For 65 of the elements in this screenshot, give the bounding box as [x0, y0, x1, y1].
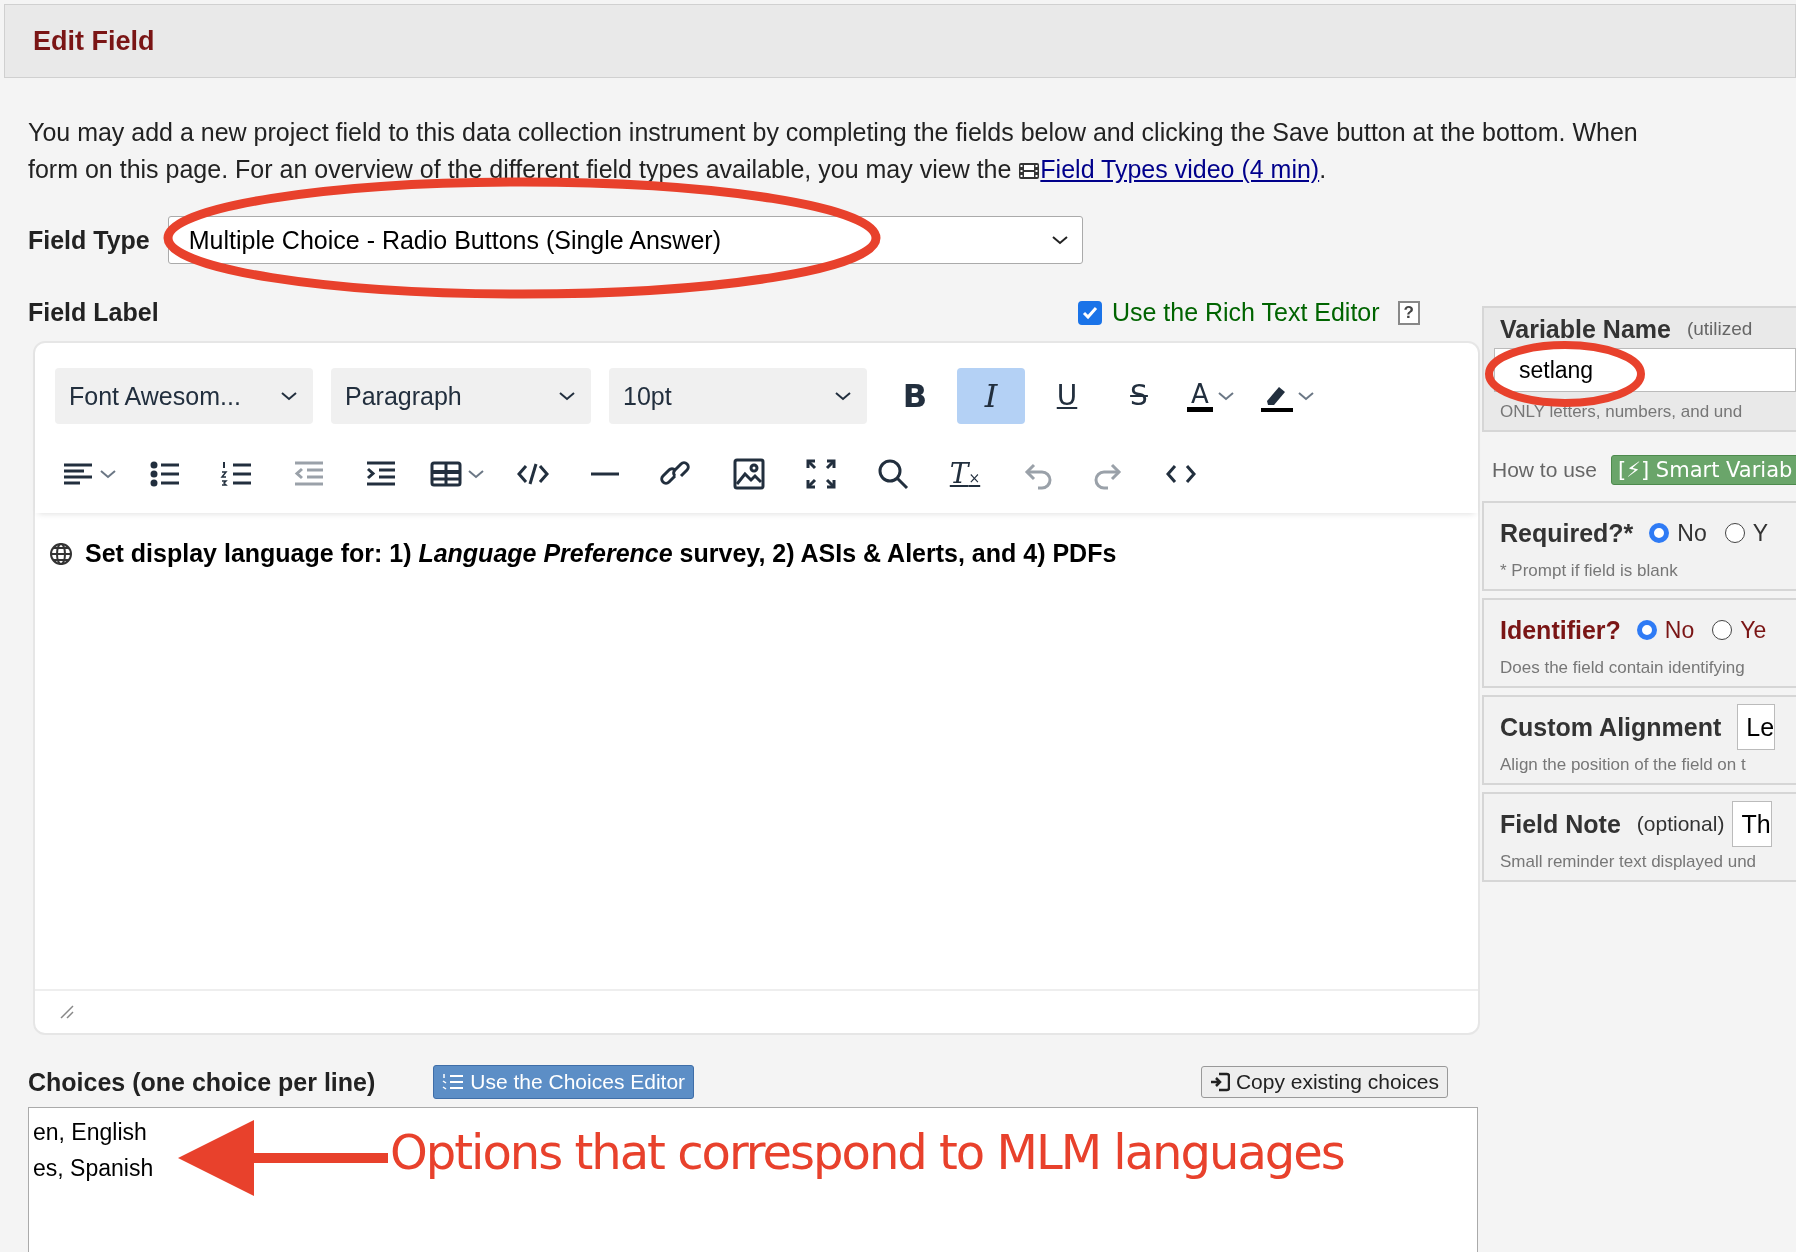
identifier-radio[interactable]: [1712, 620, 1733, 640]
fullscreen-icon: [804, 457, 838, 491]
intro-text: form on this page. For an overview of the different field types available, you may view the Field Types video (4 min).: [28, 154, 1328, 185]
required-note: * Prompt if field is blank: [1500, 561, 1679, 581]
field-note-field[interactable]: Th: [1732, 801, 1772, 847]
required-radio[interactable]: [1724, 523, 1745, 543]
textcolor-button[interactable]: A: [1181, 368, 1241, 424]
toolbar-dropdown[interactable]: Font Awesom...: [55, 368, 313, 424]
intro-text: You may add a new project field to this data collection instrument by completing the fields below and clicking the Save button at the bottom. When: [28, 117, 1638, 148]
rich-text-checkbox[interactable]: [1077, 300, 1102, 325]
page-title: Edit Field: [33, 25, 155, 57]
identifier-note: Does the field contain identifying: [1500, 658, 1746, 678]
help-button[interactable]: ?: [1397, 300, 1420, 325]
identifier-label: Identifier?: [1500, 615, 1621, 645]
variable-name-note: ONLY letters, numbers, and und: [1500, 402, 1744, 422]
choice-line: es, Spanish: [33, 1154, 154, 1183]
film-icon: [1018, 162, 1041, 180]
search-icon: [876, 457, 910, 491]
identifier-option-label: No: [1664, 616, 1695, 644]
required-option-label: No: [1677, 519, 1707, 547]
caret-icon: [1297, 390, 1315, 402]
image-icon: [732, 457, 766, 491]
required-label: Required?*: [1500, 518, 1634, 548]
field-note-note: Small reminder text displayed und: [1500, 852, 1758, 872]
field-label-text: Set display language for: 1) Language Preference survey, 2) ASIs & Alerts, and 4) PDFs: [85, 539, 1117, 568]
callout-text: Options that correspond to MLM languages: [390, 1124, 1344, 1180]
field-label-label: Field Label: [28, 298, 159, 327]
toolbar-dropdown[interactable]: Paragraph: [331, 368, 591, 424]
field-type-label: Field Type: [28, 225, 150, 255]
caret-icon: [99, 468, 117, 480]
choice-line: en, English: [33, 1118, 147, 1147]
caret-icon: [279, 390, 299, 402]
variable-name-hint: (utilized: [1686, 318, 1753, 340]
copy-choices-button[interactable]: Copy existing choices: [1200, 1066, 1448, 1098]
rich-text-label: Use the Rich Text Editor: [1111, 298, 1380, 327]
required-radio[interactable]: [1649, 523, 1670, 543]
field-type-select[interactable]: Multiple Choice - Radio Buttons (Single Answer): [167, 216, 1083, 264]
import-icon: [1209, 1072, 1230, 1092]
caret-icon: [833, 390, 853, 402]
underline-button[interactable]: U: [1037, 368, 1097, 424]
video-link[interactable]: Field Types video (4 min): [1040, 155, 1320, 183]
variable-name-label: Variable Name: [1500, 314, 1671, 344]
required-option-label: Y: [1752, 519, 1769, 547]
caret-icon: [1216, 390, 1235, 402]
italic-button[interactable]: I: [957, 368, 1025, 424]
clearformat-button[interactable]: T×: [935, 446, 995, 502]
hr-icon: [588, 472, 622, 476]
choices-label: Choices (one choice per line): [28, 1067, 376, 1097]
resize-handle-icon[interactable]: [59, 1004, 75, 1020]
caret-icon: [557, 390, 577, 402]
toolbar-dropdown[interactable]: 10pt: [609, 368, 867, 424]
custom-alignment-label: Custom Alignment: [1500, 712, 1722, 742]
strike-button[interactable]: S: [1109, 368, 1169, 424]
how-to-use-label: How to use: [1492, 458, 1598, 482]
variable-name-field[interactable]: setlang: [1494, 348, 1796, 392]
bold-button[interactable]: B: [885, 368, 945, 424]
identifier-option-label: Ye: [1740, 616, 1767, 644]
identifier-radio[interactable]: [1636, 620, 1657, 640]
field-note-label: Field Note: [1500, 809, 1621, 839]
globe-icon: [49, 541, 73, 566]
field-note-hint: (optional): [1636, 812, 1725, 836]
alignment-note: Align the position of the field on t: [1500, 755, 1747, 775]
alignment-select[interactable]: Le: [1737, 704, 1776, 750]
caret-icon: [467, 468, 485, 480]
numbered-list-icon: [442, 1072, 465, 1092]
